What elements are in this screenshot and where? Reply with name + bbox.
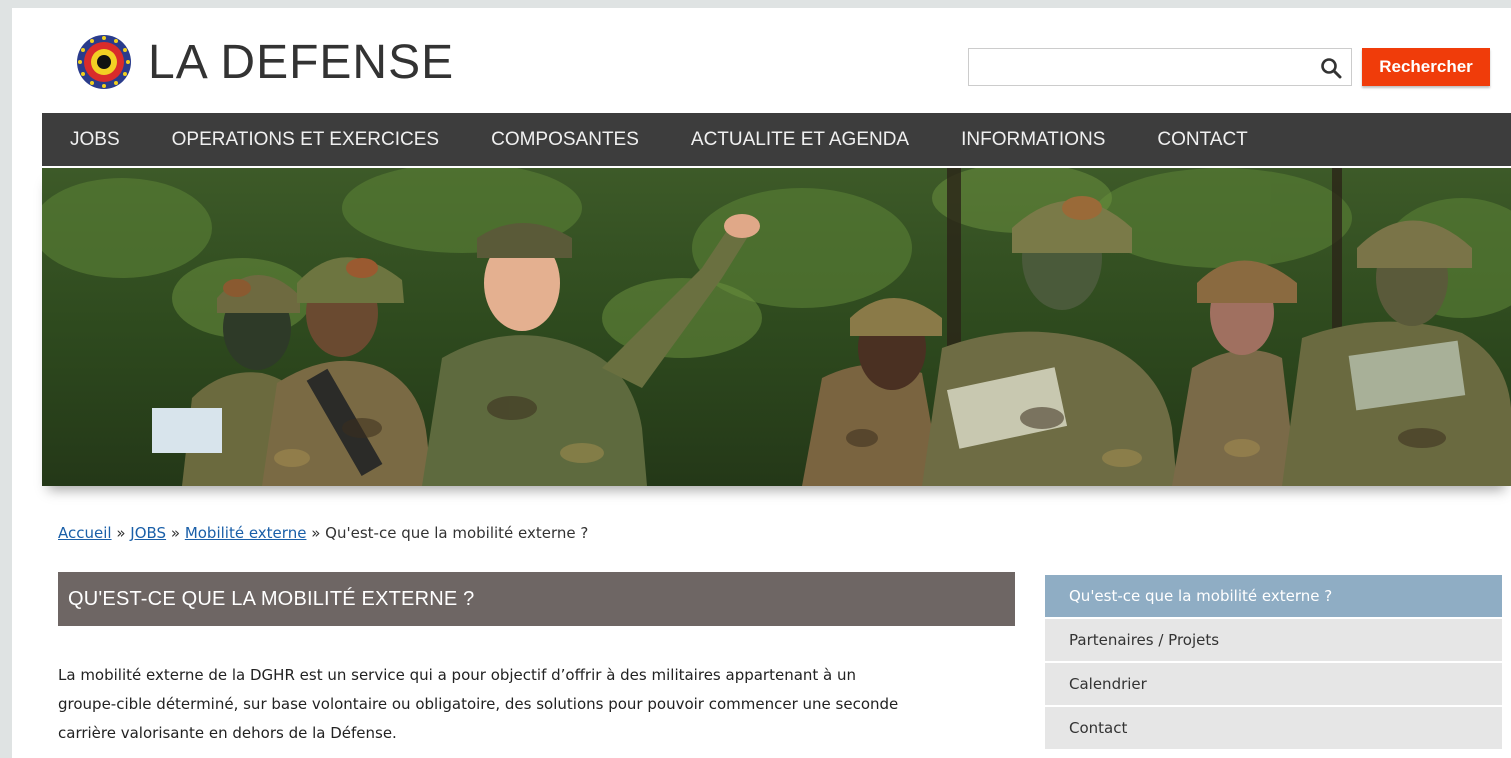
paragraph-line: groupe-cible déterminé, sur base volonta…: [58, 695, 899, 713]
breadcrumb: Accueil » JOBS » Mobilité externe » Qu'e…: [58, 524, 588, 542]
sidebar-item-label: Qu'est-ce que la mobilité externe ?: [1069, 587, 1333, 605]
sidebar-nav: Qu'est-ce que la mobilité externe ? Part…: [1045, 575, 1502, 751]
site-title: LA DEFENSE: [148, 35, 455, 89]
intro-paragraph: La mobilité externe de la DGHR est un se…: [58, 661, 1028, 748]
breadcrumb-separator: »: [116, 524, 131, 542]
search-input[interactable]: [968, 48, 1352, 86]
breadcrumb-current: Qu'est-ce que la mobilité externe ?: [325, 524, 589, 542]
belgian-roundel-icon: [77, 35, 131, 89]
magnifier-icon[interactable]: [1320, 57, 1342, 79]
sidebar-item-contact[interactable]: Contact: [1045, 707, 1502, 749]
hero-banner-image: [42, 168, 1511, 486]
nav-item-jobs[interactable]: JOBS: [70, 129, 120, 151]
nav-item-operations[interactable]: OPERATIONS ET EXERCICES: [172, 129, 439, 151]
nav-item-informations[interactable]: INFORMATIONS: [961, 129, 1105, 151]
breadcrumb-link-mobilite[interactable]: Mobilité externe: [185, 524, 307, 542]
search-button[interactable]: Rechercher: [1362, 48, 1490, 86]
main-nav: JOBS OPERATIONS ET EXERCICES COMPOSANTES…: [42, 113, 1511, 166]
paragraph-line: carrière valorisante en dehors de la Déf…: [58, 724, 397, 742]
nav-item-actualite[interactable]: ACTUALITE ET AGENDA: [691, 129, 909, 151]
breadcrumb-separator: »: [170, 524, 185, 542]
sidebar-item-what-is[interactable]: Qu'est-ce que la mobilité externe ?: [1045, 575, 1502, 617]
sidebar-item-partners[interactable]: Partenaires / Projets: [1045, 619, 1502, 661]
breadcrumb-link-accueil[interactable]: Accueil: [58, 524, 112, 542]
page: LA DEFENSE Rechercher JOBS OPERATIONS ET…: [12, 8, 1511, 758]
search-bar: Rechercher: [968, 48, 1490, 86]
sidebar-item-label: Partenaires / Projets: [1069, 631, 1220, 649]
site-logo[interactable]: LA DEFENSE: [76, 34, 454, 90]
page-title: QU'EST-CE QUE LA MOBILITÉ EXTERNE ?: [58, 572, 1015, 626]
sidebar-item-calendar[interactable]: Calendrier: [1045, 663, 1502, 705]
breadcrumb-separator: »: [311, 524, 326, 542]
breadcrumb-link-jobs[interactable]: JOBS: [130, 524, 166, 542]
page-title-text: QU'EST-CE QUE LA MOBILITÉ EXTERNE ?: [68, 587, 475, 610]
sidebar-item-label: Contact: [1069, 719, 1128, 737]
nav-item-composantes[interactable]: COMPOSANTES: [491, 129, 639, 151]
paragraph-line: La mobilité externe de la DGHR est un se…: [58, 666, 857, 684]
sidebar-item-label: Calendrier: [1069, 675, 1147, 693]
nav-item-contact[interactable]: CONTACT: [1157, 129, 1247, 151]
soldiers-photo: [42, 168, 1511, 486]
